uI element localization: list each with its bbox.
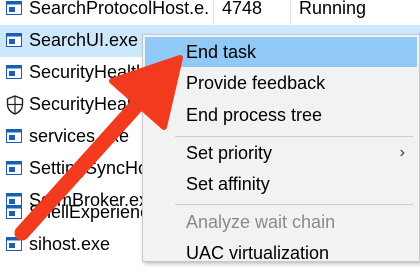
chevron-right-icon: › bbox=[399, 144, 405, 161]
menu-item-label: End task bbox=[186, 42, 257, 62]
context-menu: End task Provide feedback End process tr… bbox=[142, 34, 420, 263]
menu-item-label: Provide feedback bbox=[186, 73, 326, 93]
menu-item-label: Analyze wait chain bbox=[186, 212, 336, 232]
window-icon bbox=[6, 161, 22, 175]
menu-item-label: UAC virtualization bbox=[186, 243, 330, 263]
menu-item-set-affinity[interactable]: Set affinity bbox=[145, 169, 417, 199]
process-name: SearchProtocolHost.e... bbox=[29, 0, 209, 18]
menu-item-end-task[interactable]: End task bbox=[145, 37, 417, 67]
process-pid: 4748 bbox=[222, 0, 263, 18]
window-icon bbox=[6, 205, 22, 219]
window-icon bbox=[6, 237, 22, 251]
window-icon bbox=[6, 129, 22, 143]
menu-item-set-priority[interactable]: Set priority › bbox=[145, 138, 417, 168]
window-icon bbox=[6, 1, 22, 15]
menu-separator bbox=[175, 204, 413, 205]
menu-item-end-process-tree[interactable]: End process tree bbox=[145, 100, 417, 130]
menu-item-provide-feedback[interactable]: Provide feedback bbox=[145, 68, 417, 98]
process-status: Running bbox=[299, 0, 367, 18]
shield-icon bbox=[6, 95, 24, 115]
menu-separator bbox=[175, 136, 413, 137]
window-icon bbox=[6, 33, 22, 47]
menu-item-label: Set affinity bbox=[186, 174, 270, 194]
menu-item-uac-virtualization[interactable]: UAC virtualization bbox=[145, 238, 417, 268]
window-icon bbox=[6, 65, 22, 79]
menu-item-label: Set priority bbox=[186, 143, 273, 163]
table-row[interactable]: SearchProtocolHost.e... 4748 Running bbox=[0, 0, 420, 25]
menu-item-analyze-wait-chain: Analyze wait chain bbox=[145, 207, 417, 237]
menu-item-label: End process tree bbox=[186, 105, 323, 125]
